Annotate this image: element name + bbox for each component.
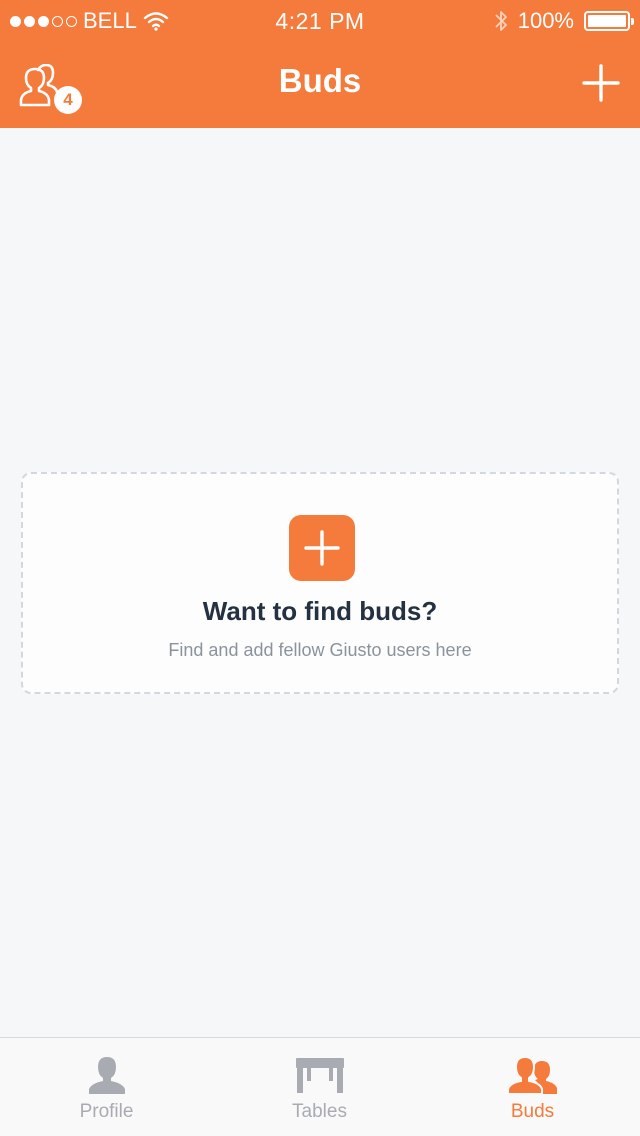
tab-tables[interactable]: Tables: [213, 1038, 426, 1136]
add-bud-button[interactable]: [582, 64, 620, 102]
tab-buds[interactable]: Buds: [426, 1038, 639, 1136]
empty-state-title: Want to find buds?: [202, 596, 438, 626]
buds-icon: [507, 1056, 557, 1095]
tab-label-tables: Tables: [292, 1101, 347, 1122]
status-right: 100%: [494, 8, 634, 34]
plus-icon: [582, 64, 620, 102]
tab-profile[interactable]: Profile: [0, 1038, 213, 1136]
battery-percent: 100%: [517, 8, 574, 33]
person-icon: [88, 1057, 125, 1094]
bluetooth-icon: [495, 11, 507, 31]
navigation-bar: 4 Buds: [0, 40, 640, 128]
page-title: Buds: [278, 62, 362, 99]
plus-icon: [304, 530, 340, 566]
tab-label-profile: Profile: [79, 1101, 134, 1122]
status-bar: BELL 4:21 PM 100%: [0, 0, 640, 40]
empty-state-subtitle: Find and add fellow Giusto users here: [168, 640, 472, 660]
battery-icon: [584, 11, 634, 31]
find-buds-add-button[interactable]: [289, 515, 355, 581]
tab-bar: Profile Tables Buds: [0, 1037, 640, 1136]
table-icon: [295, 1058, 344, 1093]
tab-label-buds: Buds: [510, 1101, 555, 1122]
buds-screen: BELL 4:21 PM 100% 4 Buds Want to find bu…: [0, 0, 640, 1136]
find-buds-card[interactable]: Want to find buds? Find and add fellow G…: [21, 472, 619, 694]
